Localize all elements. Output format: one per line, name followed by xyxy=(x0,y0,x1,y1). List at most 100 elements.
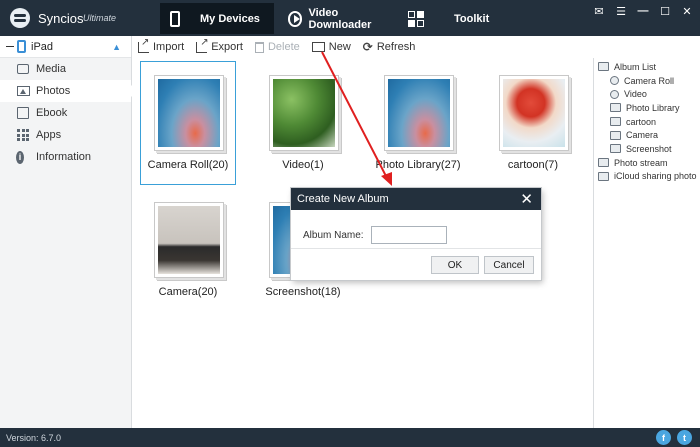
sidebar-item-label: Apps xyxy=(36,129,62,141)
dialog-close-icon[interactable]: ✕ xyxy=(520,190,533,208)
tab-toolkit-label: Toolkit xyxy=(454,12,490,25)
export-icon xyxy=(196,37,209,53)
message-icon[interactable]: ✉ xyxy=(592,4,606,18)
tab-video-downloader[interactable]: Video Downloader xyxy=(280,3,392,34)
maximize-button[interactable]: ☐ xyxy=(658,4,672,18)
tree-item-screenshot[interactable]: Screenshot xyxy=(594,142,700,156)
tree-photo-stream[interactable]: Photo stream xyxy=(594,156,700,170)
album-icon xyxy=(610,144,621,154)
status-bar: Version: 6.7.0 f t xyxy=(0,428,700,447)
close-button[interactable]: ✕ xyxy=(680,4,694,18)
tab-my-devices[interactable]: My Devices xyxy=(160,3,274,34)
syncios-logo-icon xyxy=(10,8,30,28)
tab-toolkit[interactable]: Toolkit xyxy=(398,3,508,34)
tree-album-list[interactable]: Album List xyxy=(594,60,700,74)
minimize-button[interactable]: — xyxy=(636,4,650,18)
album-thumbnail xyxy=(273,79,335,147)
tab-my-devices-label: My Devices xyxy=(200,12,260,25)
cancel-button[interactable]: Cancel xyxy=(484,256,534,274)
tab-video-downloader-label: Video Downloader xyxy=(308,6,372,31)
album-name-label: Album Name: xyxy=(303,229,364,241)
left-sidebar: iPad ▲ Media Photos Ebook Apps i Informa… xyxy=(0,36,132,428)
facebook-icon[interactable]: f xyxy=(656,430,671,445)
ebook-icon xyxy=(17,107,29,119)
import-label: Import xyxy=(153,41,185,53)
album-thumbnail xyxy=(388,79,450,147)
export-button[interactable]: Export xyxy=(196,37,243,53)
tree-label: Album List xyxy=(614,61,657,72)
album-thumbnail xyxy=(158,206,220,274)
dialog-header: Create New Album ✕ xyxy=(291,188,541,210)
window-controls: ✉ ☰ — ☐ ✕ xyxy=(592,4,694,18)
twitter-icon[interactable]: t xyxy=(677,430,692,445)
app-name: Syncios xyxy=(38,11,84,26)
title-bar: Syncios Ultimate My Devices Video Downlo… xyxy=(0,0,700,36)
tree-item-camera[interactable]: Camera xyxy=(594,128,700,142)
eject-icon[interactable]: ▲ xyxy=(112,42,121,52)
tree-label: Camera xyxy=(626,130,659,141)
tree-label: Photo Library xyxy=(626,102,680,113)
delete-label: Delete xyxy=(267,41,300,53)
tree-item-video[interactable]: Video xyxy=(594,87,700,101)
refresh-icon: ⟳ xyxy=(362,40,373,54)
delete-button[interactable]: Delete xyxy=(254,41,300,53)
album-icon xyxy=(610,130,621,140)
tree-label: cartoon xyxy=(626,116,657,127)
icloud-icon xyxy=(598,171,609,181)
trash-icon xyxy=(254,41,264,53)
import-icon xyxy=(138,37,149,53)
album-label: Camera Roll(20) xyxy=(147,159,229,171)
refresh-button[interactable]: ⟳ Refresh xyxy=(363,40,416,54)
play-icon xyxy=(288,10,303,27)
toolbar: Import Export Delete New ⟳ Refresh xyxy=(133,36,593,58)
tree-item-photo-library[interactable]: Photo Library xyxy=(594,101,700,115)
sidebar-item-media[interactable]: Media xyxy=(0,58,131,80)
ok-button[interactable]: OK xyxy=(431,256,479,274)
tree-icloud-sharing[interactable]: iCloud sharing photo xyxy=(594,170,700,184)
phone-icon xyxy=(170,10,180,27)
tree-item-camera-roll[interactable]: Camera Roll xyxy=(594,74,700,88)
sidebar-item-label: Information xyxy=(36,151,92,163)
photos-icon xyxy=(16,86,30,96)
album-label: Photo Library(27) xyxy=(375,159,461,171)
create-album-dialog: Create New Album ✕ Album Name: OK Cancel xyxy=(291,188,541,280)
device-selector[interactable]: iPad ▲ xyxy=(0,36,131,58)
sidebar-item-information[interactable]: i Information xyxy=(0,146,131,168)
import-button[interactable]: Import xyxy=(138,37,185,53)
photo-library-icon xyxy=(610,103,621,113)
sidebar-item-photos[interactable]: Photos xyxy=(0,80,132,102)
tree-label: iCloud sharing photo xyxy=(614,171,697,182)
sidebar-item-ebook[interactable]: Ebook xyxy=(0,102,131,124)
media-icon xyxy=(17,64,29,74)
new-label: New xyxy=(328,41,351,53)
collapse-dash-icon xyxy=(6,46,14,47)
album-thumbnail xyxy=(158,79,220,147)
camera-icon xyxy=(610,76,619,86)
photo-stream-icon xyxy=(598,158,609,168)
tree-label: Photo stream xyxy=(614,157,668,168)
menu-icon[interactable]: ☰ xyxy=(614,4,628,18)
sidebar-item-label: Photos xyxy=(36,85,71,97)
tree-item-cartoon[interactable]: cartoon xyxy=(594,115,700,129)
toolkit-grid-icon xyxy=(408,10,424,27)
device-name: iPad xyxy=(31,40,54,53)
apps-grid-icon xyxy=(17,129,29,141)
album-icon xyxy=(610,117,621,127)
sidebar-item-label: Ebook xyxy=(36,107,68,119)
album-label: Camera(20) xyxy=(158,286,218,298)
dialog-divider xyxy=(291,248,541,249)
album-name-input[interactable] xyxy=(371,226,447,244)
album-tree-panel: Album List Camera Roll Video Photo Libra… xyxy=(593,58,700,428)
tree-label: Camera Roll xyxy=(624,75,675,86)
sidebar-item-apps[interactable]: Apps xyxy=(0,124,131,146)
sidebar-item-label: Media xyxy=(36,63,66,75)
album-label: cartoon(7) xyxy=(507,159,559,171)
tree-label: Screenshot xyxy=(626,143,672,154)
version-text: Version: 6.7.0 xyxy=(6,432,62,443)
new-album-icon xyxy=(311,42,325,52)
album-thumbnail xyxy=(503,79,565,147)
dialog-title: Create New Album xyxy=(297,193,389,205)
album-label: Screenshot(18) xyxy=(265,286,341,298)
new-album-button[interactable]: New xyxy=(311,41,351,53)
app-edition: Ultimate xyxy=(83,13,117,23)
